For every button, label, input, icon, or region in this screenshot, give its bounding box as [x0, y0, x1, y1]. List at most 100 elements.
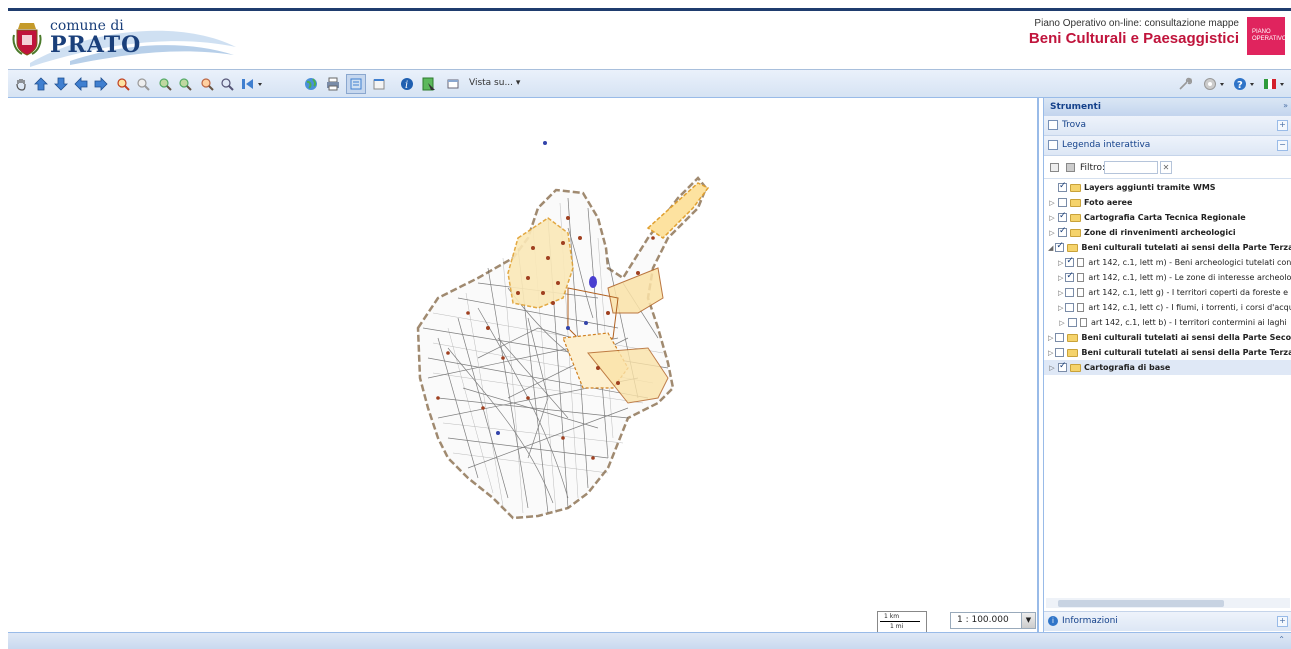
- layer-checkbox[interactable]: [1068, 318, 1077, 327]
- folder-icon: [1067, 243, 1079, 252]
- layer-checkbox[interactable]: [1055, 348, 1065, 357]
- info-icon[interactable]: i: [398, 75, 416, 93]
- tree-expander-icon[interactable]: ▷: [1048, 229, 1056, 237]
- layer-tree-node[interactable]: Layers aggiunti tramite WMS: [1044, 180, 1291, 195]
- expand-icon[interactable]: +: [1277, 616, 1288, 627]
- trova-label: Trova: [1062, 120, 1087, 130]
- pan-right-icon[interactable]: [92, 75, 110, 93]
- tree-expander-icon[interactable]: ▷: [1058, 304, 1063, 312]
- pan-down-icon[interactable]: [52, 75, 70, 93]
- layer-checkbox[interactable]: [1058, 181, 1067, 192]
- layer-tree-node[interactable]: ▷ art 142, c.1, lett m) - Le zone di inte…: [1044, 270, 1291, 285]
- layer-tree-node[interactable]: ◢ Beni culturali tutelati ai sensi della …: [1044, 240, 1291, 255]
- wrench-icon[interactable]: [1176, 75, 1194, 93]
- scale-value: 1 : 100.000: [957, 615, 1009, 625]
- measure-icon[interactable]: [370, 75, 388, 93]
- globe-icon[interactable]: [302, 75, 320, 93]
- tree-expander-icon[interactable]: ▷: [1048, 349, 1053, 357]
- layer-tree-node[interactable]: ▷ art 142, c.1, lett b) - I territori con…: [1044, 315, 1291, 330]
- layer-tree-node[interactable]: ▷ art 142, c.1, lett m) - Beni archeologi…: [1044, 255, 1291, 270]
- folder-icon: [1070, 228, 1081, 237]
- pan-icon[interactable]: [12, 75, 30, 93]
- layer-tree-node[interactable]: ▷ art 142, c.1, lett g) - I territori cop…: [1044, 285, 1291, 300]
- layer-checkbox[interactable]: [1058, 211, 1067, 222]
- informazioni-label: Informazioni: [1062, 616, 1118, 626]
- folder-icon: [1070, 198, 1081, 207]
- header-title: Beni Culturali e Paesaggistici: [1028, 30, 1239, 47]
- layer-label: Foto aeree: [1084, 198, 1133, 207]
- zoom-box-in-icon[interactable]: [156, 75, 174, 93]
- help-icon[interactable]: ?: [1232, 75, 1258, 93]
- layer-tree-node[interactable]: ▷ Beni culturali tutelati ai sensi della …: [1044, 330, 1291, 345]
- map-canvas[interactable]: 1 km 1 mi 1 : 100.000 ▼: [8, 98, 1039, 633]
- select-icon[interactable]: [346, 74, 366, 94]
- piano-operativo-logo[interactable]: PIANO OPERATIVO: [1247, 17, 1287, 55]
- layer-checkbox[interactable]: [1058, 226, 1067, 237]
- folder-icon: [1067, 348, 1079, 357]
- tree-expander-icon[interactable]: ▷: [1048, 214, 1056, 222]
- tree-expander-icon[interactable]: ◢: [1048, 244, 1053, 252]
- tree-expander-icon[interactable]: ▷: [1048, 334, 1053, 342]
- pan-left-icon[interactable]: [72, 75, 90, 93]
- expand-up-icon[interactable]: ⌃: [1278, 635, 1285, 644]
- collapse-icon[interactable]: −: [1277, 140, 1288, 151]
- zoom-out-icon[interactable]: [134, 75, 152, 93]
- prato-map-icon[interactable]: [8, 98, 1039, 632]
- vista-su-dropdown[interactable]: Vista su... ▾: [469, 78, 520, 88]
- layer-checkbox[interactable]: [1058, 198, 1067, 207]
- window-icon[interactable]: [444, 75, 462, 93]
- tree-expander-icon[interactable]: ▷: [1048, 364, 1056, 372]
- italian-flag-icon[interactable]: [1262, 75, 1288, 93]
- comune-logo[interactable]: comune di PRATO: [10, 11, 240, 69]
- collapse-panel-icon[interactable]: »: [1283, 101, 1288, 110]
- print-icon[interactable]: [324, 75, 342, 93]
- expand-icon[interactable]: +: [1277, 120, 1288, 131]
- expand-all-icon[interactable]: [1050, 163, 1059, 172]
- layer-tree-node[interactable]: ▷ Cartografia di base: [1044, 360, 1291, 375]
- layer-checkbox[interactable]: [1065, 271, 1075, 282]
- tree-expander-icon[interactable]: ▷: [1058, 289, 1063, 297]
- collapse-all-icon[interactable]: [1066, 163, 1075, 172]
- layer-label: Beni culturali tutelati ai sensi della P…: [1081, 333, 1291, 342]
- zoom-box-out-icon[interactable]: [176, 75, 194, 93]
- layer-label: Beni culturali tutelati ai sensi della P…: [1081, 243, 1291, 252]
- svg-text:?: ?: [1237, 80, 1243, 91]
- layer-checkbox[interactable]: [1055, 333, 1065, 342]
- horizontal-scrollbar[interactable]: [1046, 598, 1290, 608]
- tree-expander-icon[interactable]: ▷: [1058, 319, 1066, 327]
- legenda-section[interactable]: Legenda interattiva −: [1044, 136, 1291, 156]
- layer-tree-node[interactable]: ▷ Zone di rinvenimenti archeologici: [1044, 225, 1291, 240]
- layer-checkbox[interactable]: [1058, 361, 1067, 372]
- pan-up-icon[interactable]: [32, 75, 50, 93]
- chevron-down-icon[interactable]: ▼: [1021, 613, 1035, 628]
- zoom-previous-icon[interactable]: [218, 75, 236, 93]
- zoom-in-icon[interactable]: [114, 75, 132, 93]
- layer-checkbox[interactable]: [1065, 288, 1075, 297]
- crest-icon: [12, 23, 42, 56]
- layer-label: Cartografia Carta Tecnica Regionale: [1084, 213, 1246, 222]
- tree-expander-icon[interactable]: ▷: [1058, 259, 1063, 267]
- filter-input[interactable]: [1104, 161, 1158, 174]
- scrollbar-thumb[interactable]: [1058, 600, 1224, 607]
- layer-checkbox[interactable]: [1065, 303, 1075, 312]
- layer-tree-node[interactable]: ▷ Foto aeree: [1044, 195, 1291, 210]
- layer-tree-node[interactable]: ▷ Cartografia Carta Tecnica Regionale: [1044, 210, 1291, 225]
- informazioni-section[interactable]: i Informazioni +: [1044, 611, 1291, 631]
- clear-filter-icon[interactable]: ✕: [1160, 161, 1172, 174]
- layer-label: art 142, c.1, lett c) - I fiumi, i torre…: [1088, 303, 1291, 312]
- layer-tree-node[interactable]: ▷ art 142, c.1, lett c) - I fiumi, i torr…: [1044, 300, 1291, 315]
- layer-label: Beni culturali tutelati ai sensi della P…: [1081, 348, 1291, 357]
- layer-checkbox[interactable]: [1055, 241, 1065, 252]
- settings-icon[interactable]: [1202, 75, 1228, 93]
- layer-label: art 142, c.1, lett m) - Beni archeologic…: [1088, 258, 1291, 267]
- navigation-history-icon[interactable]: [240, 75, 266, 93]
- layer-checkbox[interactable]: [1065, 256, 1075, 267]
- edit-layer-icon[interactable]: [420, 75, 438, 93]
- layer-tree-node[interactable]: ▷ Beni culturali tutelati ai sensi della …: [1044, 345, 1291, 360]
- file-icon: [1077, 273, 1085, 282]
- tree-expander-icon[interactable]: ▷: [1048, 199, 1056, 207]
- tree-expander-icon[interactable]: ▷: [1058, 274, 1063, 282]
- zoom-full-icon[interactable]: [198, 75, 216, 93]
- scale-select[interactable]: 1 : 100.000 ▼: [950, 612, 1036, 629]
- trova-section[interactable]: Trova +: [1044, 116, 1291, 136]
